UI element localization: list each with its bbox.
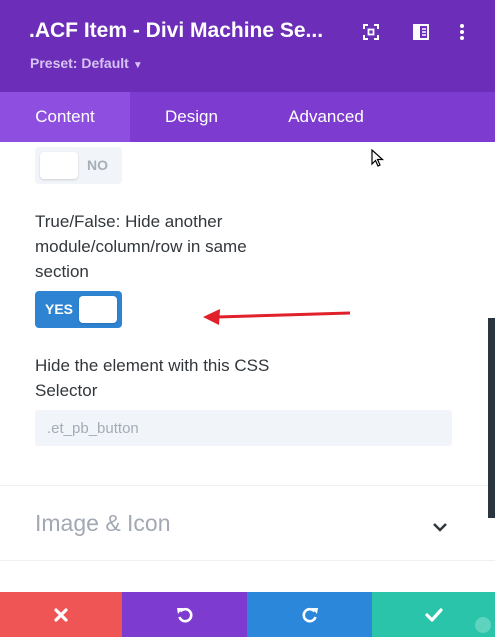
chevron-down-icon[interactable] — [432, 519, 448, 537]
section-title-image-icon[interactable]: Image & Icon — [35, 510, 171, 537]
settings-panel: NO True/False: Hide another module/colum… — [0, 142, 495, 592]
section-divider — [0, 560, 495, 561]
css-selector-input[interactable] — [35, 410, 452, 446]
scrollbar[interactable] — [488, 318, 495, 518]
tab-design[interactable]: Design — [130, 92, 253, 142]
redo-icon — [302, 607, 318, 622]
previous-toggle[interactable]: NO — [35, 147, 122, 184]
check-icon — [424, 607, 443, 622]
hide-other-module-label: True/False: Hide another module/column/r… — [35, 212, 247, 281]
sidebar-toggle-icon[interactable] — [410, 20, 432, 44]
resize-handle-icon[interactable] — [475, 617, 491, 633]
hide-other-module-toggle[interactable]: YES — [35, 291, 122, 328]
undo-icon — [176, 607, 192, 622]
mouse-cursor-icon — [371, 149, 385, 167]
discard-button[interactable] — [0, 592, 122, 637]
section-divider — [0, 485, 495, 486]
preset-label: Preset: Default — [30, 55, 129, 71]
modal-header: .ACF Item - Divi Machine Se... Preset: D… — [0, 0, 495, 92]
toggle-knob — [79, 296, 117, 323]
toggle-state-label: NO — [87, 157, 108, 173]
redo-button[interactable] — [247, 592, 372, 637]
undo-button[interactable] — [122, 592, 247, 637]
toggle-state-label: YES — [45, 301, 74, 317]
module-title: .ACF Item - Divi Machine Se... — [29, 19, 324, 42]
annotation-arrow-icon — [203, 309, 351, 325]
close-icon — [54, 607, 68, 622]
css-selector-label: Hide the element with this CSS Selector — [35, 356, 270, 400]
settings-tabs: Content Design Advanced — [0, 92, 495, 142]
preset-dropdown[interactable]: Preset: Default ▼ — [30, 55, 143, 71]
tab-advanced[interactable]: Advanced — [253, 92, 399, 142]
focus-icon[interactable] — [360, 20, 382, 44]
more-options-icon[interactable] — [451, 20, 473, 44]
tab-content[interactable]: Content — [0, 92, 130, 142]
toggle-knob — [40, 152, 78, 179]
caret-down-icon: ▼ — [132, 60, 143, 71]
modal-footer — [0, 592, 495, 637]
